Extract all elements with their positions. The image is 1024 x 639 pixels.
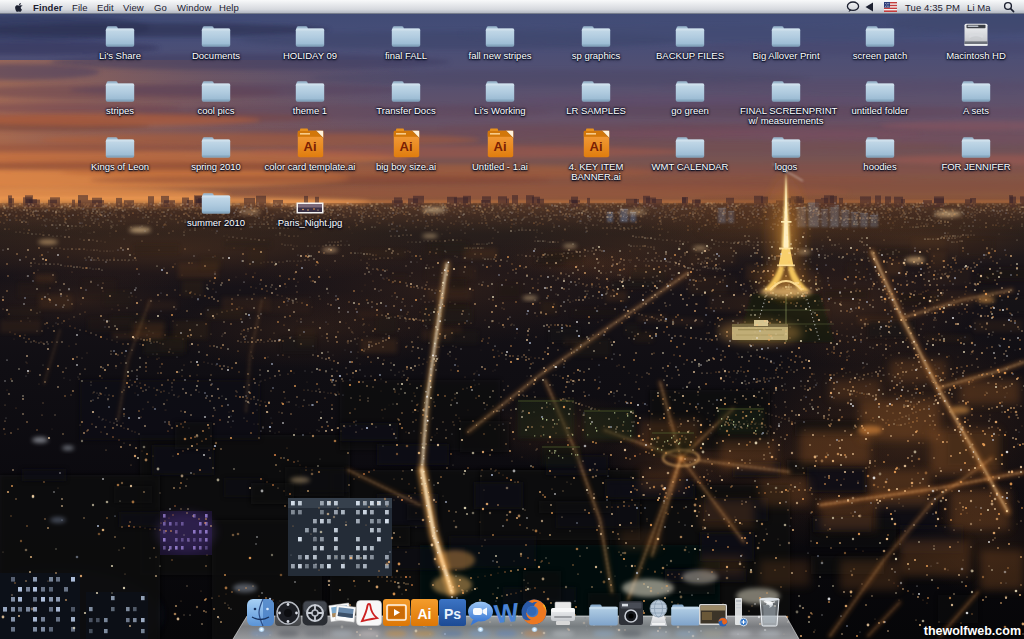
- svg-text:Ps: Ps: [444, 606, 461, 622]
- svg-text:Ai: Ai: [493, 139, 506, 154]
- svg-text:Ai: Ai: [418, 606, 432, 622]
- svg-text:Ai: Ai: [589, 139, 602, 154]
- svg-text:Ai: Ai: [303, 139, 316, 154]
- svg-text:W: W: [493, 598, 521, 627]
- svg-text:Ai: Ai: [399, 139, 412, 154]
